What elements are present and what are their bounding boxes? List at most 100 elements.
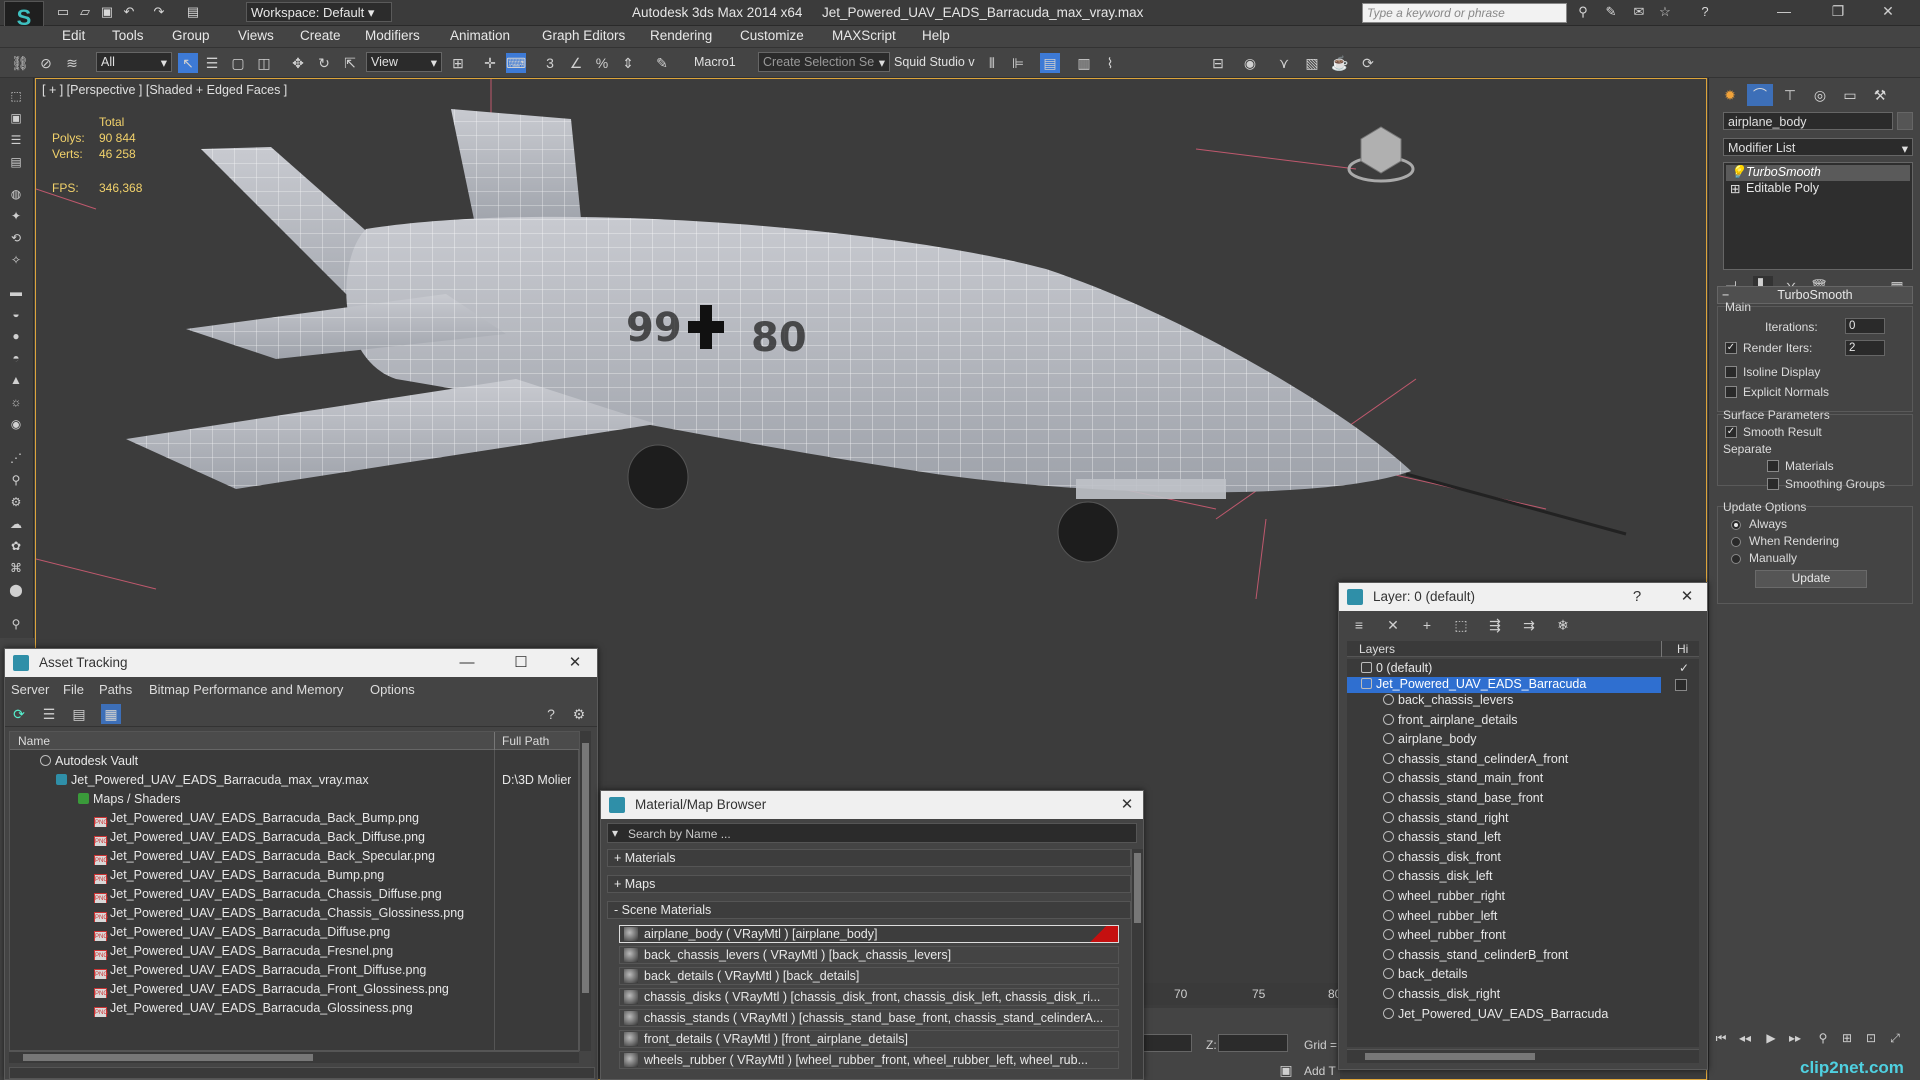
move-icon[interactable]: ✥: [288, 53, 308, 73]
viewport-tool-icon-9[interactable]: ▬: [6, 284, 26, 300]
modifier-list-dropdown[interactable]: Modifier List ▾: [1723, 138, 1913, 156]
highlight-layer-icon[interactable]: ⇶: [1485, 615, 1505, 635]
select-in-layer-icon[interactable]: ⬚: [1451, 615, 1471, 635]
named-selection-set-dropdown[interactable]: Create Selection Se ▾: [758, 52, 890, 72]
asset-tracking-minimize-icon[interactable]: —: [455, 653, 479, 673]
layer-horizontal-scroll-thumb[interactable]: [1365, 1053, 1535, 1060]
at-vertical-scrollbar[interactable]: [579, 731, 591, 1051]
bind-spacewarp-icon[interactable]: ≋: [62, 53, 82, 73]
layer-col-hide[interactable]: Hi: [1677, 642, 1688, 656]
minimize-icon[interactable]: —: [1764, 3, 1804, 23]
workspace-dropdown[interactable]: Workspace: Default ▾: [246, 2, 392, 22]
layer-object-row[interactable]: back_chassis_levers: [1383, 693, 1661, 709]
at-settings-icon[interactable]: ⚙: [569, 704, 589, 724]
zoom-all-icon[interactable]: ⊞: [1837, 1028, 1857, 1048]
lock-selection-icon[interactable]: ▣: [1276, 1060, 1296, 1080]
display-tab-icon[interactable]: ▭: [1837, 84, 1863, 106]
viewport-tool-icon-15[interactable]: ◉: [6, 416, 26, 432]
at-row-map-file[interactable]: PNG Jet_Powered_UAV_EADS_Barracuda_Chassi…: [94, 887, 442, 903]
curve-editor-icon[interactable]: ⌇: [1100, 53, 1120, 73]
object-color-swatch[interactable]: [1897, 112, 1913, 130]
layer-object-row[interactable]: chassis_stand_left: [1383, 830, 1661, 846]
maximize-viewport-icon[interactable]: ⤢: [1885, 1028, 1905, 1048]
viewport-tool-icon-19[interactable]: ☁: [6, 516, 26, 532]
unlink-icon[interactable]: ⊘: [36, 53, 56, 73]
scene-material-item[interactable]: front_details ( VRayMtl ) [front_airplan…: [619, 1030, 1119, 1048]
at-row-vault[interactable]: Autodesk Vault: [40, 754, 138, 770]
layer-explorer-close-icon[interactable]: ✕: [1675, 587, 1699, 607]
z-coordinate-field[interactable]: [1218, 1034, 1288, 1052]
scene-material-item[interactable]: back_details ( VRayMtl ) [back_details]: [619, 967, 1119, 985]
next-frame-icon[interactable]: ▸▸: [1785, 1028, 1805, 1048]
viewport-tool-icon-1[interactable]: ⬚: [6, 88, 26, 104]
at-horizontal-scrollbar[interactable]: [9, 1051, 579, 1063]
material-browser-scrollbar[interactable]: [1131, 849, 1143, 1079]
utilities-tab-icon[interactable]: ⚒: [1867, 84, 1893, 106]
at-row-map-file[interactable]: PNG Jet_Powered_UAV_EADS_Barracuda_Front_…: [94, 982, 449, 998]
scene-material-item[interactable]: chassis_disks ( VRayMtl ) [chassis_disk_…: [619, 988, 1119, 1006]
percent-snap-icon[interactable]: %: [592, 53, 612, 73]
delete-layer-icon[interactable]: ✕: [1383, 615, 1403, 635]
open-file-icon[interactable]: ▱: [76, 4, 94, 20]
scale-icon[interactable]: ⇱: [340, 53, 360, 73]
zoom-icon[interactable]: ⚲: [1813, 1028, 1833, 1048]
at-row-map-file[interactable]: PNG Jet_Powered_UAV_EADS_Barracuda_Bump.p…: [94, 868, 384, 884]
layer-object-row[interactable]: chassis_stand_celinderA_front: [1383, 752, 1661, 768]
selection-filter-dropdown[interactable]: All ▾: [96, 52, 172, 72]
snaps-toggle-icon[interactable]: 3: [540, 53, 560, 73]
update-when-rendering-radio[interactable]: [1731, 537, 1741, 547]
layer-col-layers[interactable]: Layers: [1359, 642, 1395, 656]
separate-smoothing-groups-checkbox[interactable]: [1767, 478, 1779, 490]
edit-named-selection-icon[interactable]: ✎: [652, 53, 672, 73]
previous-frame-icon[interactable]: ◂◂: [1735, 1028, 1755, 1048]
at-menu-options[interactable]: Options: [370, 682, 415, 697]
help-icon[interactable]: ?: [1696, 4, 1714, 20]
graphite-toggle-icon[interactable]: ▥: [1074, 53, 1094, 73]
keyboard-shortcut-icon[interactable]: ⌨: [506, 53, 526, 73]
pivot-center-icon[interactable]: ⊞: [448, 53, 468, 73]
material-browser-close-icon[interactable]: ✕: [1115, 795, 1139, 815]
viewport-tool-icon-17[interactable]: ⚲: [6, 472, 26, 488]
rotate-icon[interactable]: ↻: [314, 53, 334, 73]
layer-object-row[interactable]: wheel_rubber_right: [1383, 889, 1661, 905]
at-row-maps-folder[interactable]: Maps / Shaders: [78, 792, 181, 808]
select-by-name-icon[interactable]: ☰: [202, 53, 222, 73]
go-to-start-icon[interactable]: ⏮: [1711, 1028, 1731, 1048]
at-row-map-file[interactable]: PNG Jet_Powered_UAV_EADS_Barracuda_Front_…: [94, 963, 426, 979]
viewport-tool-icon-13[interactable]: ▲: [6, 372, 26, 388]
rendered-frame-icon[interactable]: ▧: [1302, 53, 1322, 73]
at-menu-file[interactable]: File: [63, 682, 84, 697]
redo-icon[interactable]: ↷: [150, 4, 168, 20]
viewport-tool-icon-22[interactable]: ⬤: [6, 582, 26, 598]
at-row-map-file[interactable]: PNG Jet_Powered_UAV_EADS_Barracuda_Glossi…: [94, 1001, 413, 1017]
communication-icon[interactable]: ✉: [1630, 4, 1648, 20]
menu-modifiers[interactable]: Modifiers: [365, 28, 420, 43]
view-cube-icon[interactable]: [1347, 126, 1415, 183]
isoline-display-checkbox[interactable]: [1725, 366, 1737, 378]
layer-explorer-icon[interactable]: ▤: [1040, 53, 1060, 73]
subscription-icon[interactable]: ✎: [1602, 4, 1620, 20]
new-file-icon[interactable]: ▭: [54, 4, 72, 20]
window-crossing-icon[interactable]: ◫: [254, 53, 274, 73]
maps-section-header[interactable]: + Maps: [607, 875, 1131, 893]
at-col-name[interactable]: Name: [18, 734, 50, 748]
align-icon[interactable]: ⊫: [1008, 53, 1028, 73]
update-button[interactable]: Update: [1755, 570, 1867, 588]
restore-icon[interactable]: ❐: [1818, 3, 1858, 23]
stack-item-turbosmooth[interactable]: 💡 TurboSmooth: [1726, 165, 1910, 181]
menu-maxscript[interactable]: MAXScript: [832, 28, 896, 43]
at-row-map-file[interactable]: PNG Jet_Powered_UAV_EADS_Barracuda_Back_B…: [94, 811, 419, 827]
hide-all-layers-icon[interactable]: ⇉: [1519, 615, 1539, 635]
material-search-menu-icon[interactable]: ▾: [612, 826, 618, 840]
asset-tracking-close-icon[interactable]: ✕: [563, 653, 587, 673]
freeze-all-layers-icon[interactable]: ❄: [1553, 615, 1573, 635]
menu-views[interactable]: Views: [238, 28, 274, 43]
update-always-radio[interactable]: [1731, 520, 1741, 530]
viewport-tool-icon-12[interactable]: ◓: [6, 350, 26, 366]
at-table-view-icon[interactable]: ▦: [101, 704, 121, 724]
viewport-tool-icon-11[interactable]: ●: [6, 328, 26, 344]
at-menu-bitmap-performance[interactable]: Bitmap Performance and Memory: [149, 682, 343, 697]
scene-material-item[interactable]: chassis_stands ( VRayMtl ) [chassis_stan…: [619, 1009, 1119, 1027]
binoculars-icon[interactable]: ⚲: [1574, 4, 1592, 20]
viewport-tool-icon-3[interactable]: ☰: [6, 132, 26, 148]
